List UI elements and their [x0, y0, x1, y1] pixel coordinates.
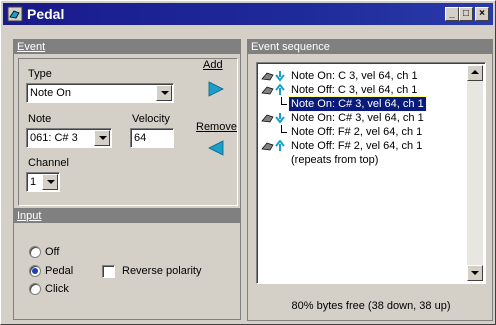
pedal-down-icon	[261, 113, 285, 124]
status-text: 80% bytes free (38 down, 38 up)	[291, 300, 451, 312]
close-icon[interactable]: ×	[475, 7, 489, 21]
list-item[interactable]: Note On: C# 3, vel 64, ch 1	[259, 96, 469, 112]
pedal-down-icon	[261, 71, 285, 82]
velocity-label: Velocity	[132, 113, 170, 125]
channel-label: Channel	[28, 157, 69, 169]
input-panel: Input Off Pedal Click Reverse polarity	[13, 208, 241, 320]
scroll-down-icon[interactable]	[467, 265, 483, 281]
note-select[interactable]: 061: C# 3	[26, 128, 112, 148]
pedal-window: Pedal _ □ × Event Type Note On Note Velo…	[0, 0, 496, 325]
type-select[interactable]: Note On	[26, 83, 174, 103]
pedal-app-icon	[7, 6, 23, 22]
velocity-input[interactable]: 64	[130, 128, 174, 148]
type-label: Type	[28, 68, 52, 80]
radio-click-label: Click	[45, 283, 69, 295]
channel-value: 1	[30, 176, 37, 188]
arrow-left-icon[interactable]	[208, 140, 224, 156]
reverse-polarity-label[interactable]: Reverse polarity	[122, 265, 201, 277]
radio-off-label: Off	[45, 246, 60, 258]
list-item-text: Note On: C# 3, vel 64, ch 1	[288, 96, 427, 112]
list-item-text: (repeats from top)	[291, 154, 379, 166]
event-sequence-panel: Event sequence Note On: C 3, vel 64, ch …	[247, 39, 493, 321]
list-item[interactable]: Note Off: F# 2, vel 64, ch 1	[259, 139, 459, 153]
input-panel-heading: Input	[14, 209, 240, 223]
scroll-up-icon[interactable]	[467, 65, 483, 81]
list-item-text: Note Off: C 3, vel 64, ch 1	[291, 84, 418, 96]
list-item[interactable]: Note Off: C 3, vel 64, ch 1	[259, 83, 459, 97]
window-title: Pedal	[27, 6, 65, 22]
radio-off[interactable]	[29, 246, 41, 258]
scrollbar[interactable]	[467, 65, 483, 281]
add-label: Add	[203, 59, 223, 71]
list-item-text: Note Off: F# 2, vel 64, ch 1	[291, 140, 423, 152]
remove-label: Remove	[196, 121, 237, 133]
list-item[interactable]: Note On: C 3, vel 64, ch 1	[259, 69, 459, 83]
event-sequence-heading: Event sequence	[248, 40, 492, 54]
type-value: Note On	[30, 87, 71, 99]
title-bar[interactable]: Pedal _ □ ×	[3, 3, 493, 25]
tree-branch-icon	[281, 97, 287, 105]
remove-button[interactable]: Remove	[196, 121, 237, 133]
maximize-icon[interactable]: □	[459, 7, 473, 21]
pedal-up-icon	[261, 140, 285, 151]
chevron-down-icon[interactable]	[42, 174, 58, 190]
tree-branch-icon	[281, 125, 287, 133]
list-item-text: Note On: C# 3, vel 64, ch 1	[291, 112, 424, 124]
pedal-up-icon	[261, 84, 285, 95]
reverse-polarity-checkbox[interactable]	[102, 265, 115, 278]
radio-click[interactable]	[29, 283, 41, 295]
add-button[interactable]: Add	[203, 59, 223, 71]
minimize-icon[interactable]: _	[445, 7, 459, 21]
list-item[interactable]: Note Off: F# 2, vel 64, ch 1	[259, 125, 459, 139]
radio-pedal[interactable]	[29, 265, 41, 277]
list-item-text: Note Off: F# 2, vel 64, ch 1	[291, 126, 423, 138]
chevron-down-icon[interactable]	[94, 130, 110, 146]
list-item[interactable]: Note On: C# 3, vel 64, ch 1	[259, 111, 459, 125]
note-value: 061: C# 3	[30, 132, 78, 144]
note-label: Note	[28, 113, 52, 125]
event-sequence-list[interactable]: Note On: C 3, vel 64, ch 1 Note Off: C 3…	[256, 62, 486, 284]
list-item-text: Note On: C 3, vel 64, ch 1	[291, 70, 418, 82]
list-item[interactable]: (repeats from top)	[259, 153, 459, 167]
chevron-down-icon[interactable]	[156, 85, 172, 101]
radio-pedal-label: Pedal	[45, 265, 74, 277]
arrow-right-icon[interactable]	[208, 81, 224, 97]
channel-select[interactable]: 1	[26, 172, 60, 192]
event-panel-heading: Event	[14, 40, 240, 54]
